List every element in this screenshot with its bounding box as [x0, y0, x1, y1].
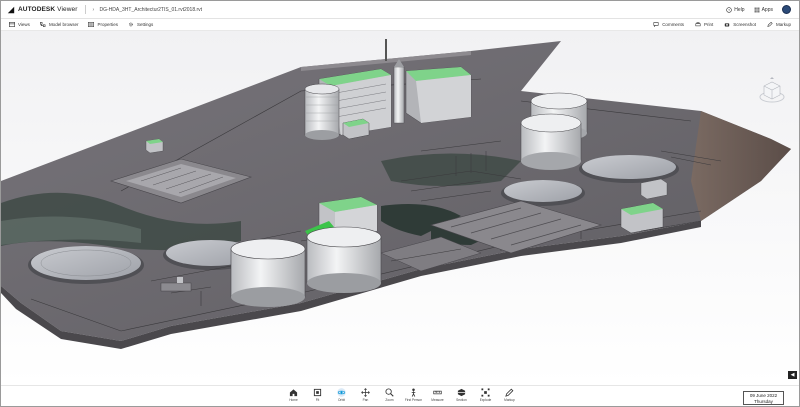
- product-name: Viewer: [57, 6, 78, 13]
- zoom-icon: [385, 388, 394, 397]
- section-tool[interactable]: Section: [452, 388, 471, 402]
- properties-label: Properties: [97, 22, 118, 27]
- help-label: Help: [734, 6, 745, 13]
- model-browser-label: Model browser: [48, 22, 79, 27]
- svg-text:?: ?: [728, 8, 730, 12]
- brand-name: AUTODESK: [18, 6, 56, 13]
- explode-icon: [481, 388, 490, 397]
- apps-button[interactable]: Apps: [754, 7, 773, 13]
- markup-button[interactable]: Markup: [767, 22, 791, 27]
- help-icon: ?: [726, 6, 732, 13]
- markup-tool-label: Markup: [504, 398, 515, 402]
- section-icon: [457, 388, 466, 397]
- print-icon: [695, 22, 701, 27]
- markup-icon: [767, 22, 773, 27]
- model-canvas[interactable]: [1, 31, 799, 385]
- top-bar: AUTODESK Viewer › DG-HDA_3HT_Architectur…: [1, 1, 799, 19]
- apps-grid-icon: [754, 7, 759, 12]
- markup-tool-icon: [505, 388, 514, 397]
- pan-tool-label: Pan: [362, 398, 369, 402]
- orbit-icon: [337, 388, 346, 397]
- views-label: Views: [18, 22, 30, 27]
- markup-tool[interactable]: Markup: [500, 388, 519, 402]
- screenshot-label: Screenshot: [733, 22, 756, 27]
- chevron-right-icon: ›: [92, 7, 95, 13]
- apps-label: Apps: [761, 6, 773, 13]
- first-person-icon: [411, 388, 416, 397]
- file-name: DG-HDA_3HT_Architectur2TIS_01.rvt2018.rv…: [99, 6, 203, 13]
- explode-tool-label: Explode: [479, 398, 492, 402]
- pan-icon: [361, 388, 370, 397]
- pan-tool[interactable]: Pan: [356, 388, 375, 402]
- model-browser-icon: [39, 22, 46, 27]
- comments-label: Comments: [662, 22, 684, 27]
- foreground-tank-right: [306, 226, 382, 293]
- small-building-2: [145, 138, 164, 154]
- comments-button[interactable]: Comments: [653, 22, 684, 27]
- autodesk-logo[interactable]: AUTODESK Viewer: [7, 6, 78, 14]
- fit-tool-label: Fit: [315, 398, 320, 402]
- orbit-tool-label: Orbit: [338, 398, 345, 402]
- settings-button[interactable]: Settings: [128, 22, 153, 27]
- home-tool[interactable]: Home: [284, 388, 303, 402]
- storage-tank-middle: [520, 113, 582, 170]
- panel-expand-button[interactable]: ◀: [788, 371, 797, 379]
- properties-button[interactable]: Properties: [88, 22, 118, 27]
- autodesk-logo-icon: [7, 6, 15, 13]
- fit-icon: [313, 388, 322, 397]
- help-button[interactable]: ? Help: [726, 6, 745, 13]
- measure-icon: [433, 390, 442, 395]
- home-tool-label: Home: [289, 398, 298, 402]
- views-button[interactable]: Views: [9, 22, 30, 27]
- sub-toolbar: Views Model browser Properties Settings …: [1, 19, 799, 31]
- silo-tank: [304, 83, 340, 140]
- basin-far-right: [579, 155, 679, 183]
- home-icon: [289, 389, 298, 397]
- user-avatar[interactable]: [782, 5, 791, 14]
- 3d-viewport[interactable]: [1, 31, 799, 385]
- measure-tool-label: Measure: [431, 398, 444, 402]
- date-stamp: 09 June 2022 Thursday: [743, 391, 784, 405]
- header-divider: [84, 5, 86, 14]
- bottom-toolbar: Home Fit Orbit Pan Zoom First Person Mea…: [1, 385, 799, 406]
- screenshot-button[interactable]: Screenshot: [724, 22, 756, 27]
- properties-icon: [88, 22, 95, 27]
- settings-label: Settings: [136, 22, 154, 27]
- print-label: Print: [703, 22, 714, 27]
- fit-tool[interactable]: Fit: [308, 388, 327, 402]
- model-browser-button[interactable]: Model browser: [39, 22, 79, 27]
- foreground-tank-left: [230, 238, 306, 307]
- day-text: Thursday: [754, 398, 773, 404]
- measure-tool[interactable]: Measure: [428, 388, 447, 402]
- basin-left: [28, 246, 144, 284]
- first-person-tool-label: First Person: [404, 398, 423, 402]
- small-building-1: [342, 118, 370, 140]
- orbit-tool[interactable]: Orbit: [332, 388, 351, 402]
- views-icon: [9, 22, 15, 27]
- explode-tool[interactable]: Explode: [476, 388, 495, 402]
- screenshot-icon: [724, 23, 730, 27]
- comments-icon: [653, 22, 659, 27]
- section-tool-label: Section: [456, 398, 467, 402]
- zoom-tool[interactable]: Zoom: [380, 388, 399, 402]
- basin-right: [501, 180, 585, 206]
- zoom-tool-label: Zoom: [385, 398, 394, 402]
- markup-label: Markup: [775, 22, 791, 27]
- first-person-tool[interactable]: First Person: [404, 388, 423, 402]
- view-cube[interactable]: [759, 77, 785, 105]
- print-button[interactable]: Print: [695, 22, 713, 27]
- settings-icon: [129, 22, 133, 27]
